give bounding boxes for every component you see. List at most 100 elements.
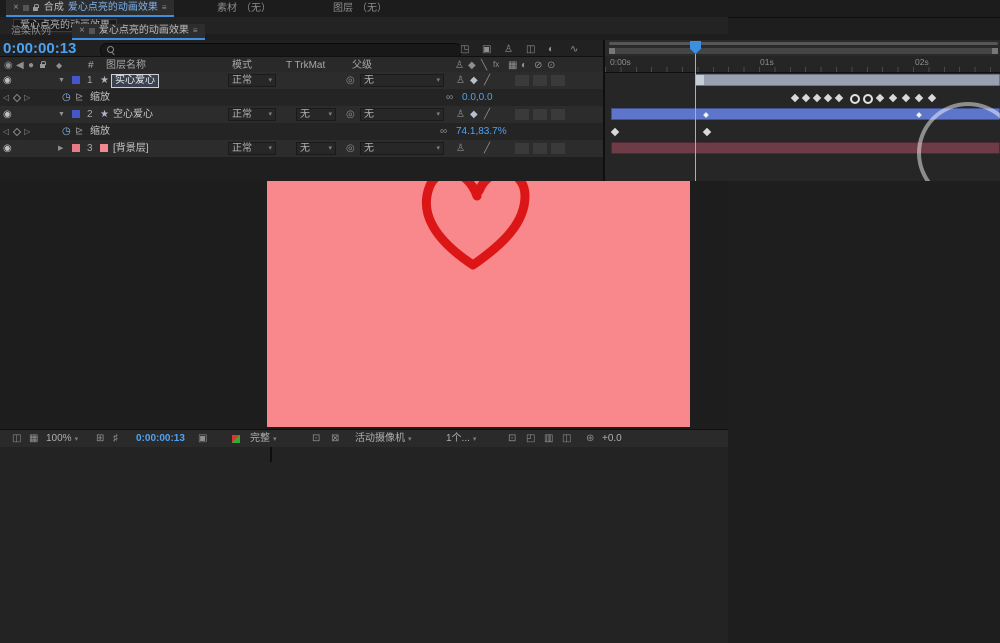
- pickwhip-icon[interactable]: [346, 110, 355, 120]
- layer-name[interactable]: 实心爱心: [111, 74, 159, 88]
- keyframe-icon[interactable]: [915, 94, 923, 102]
- layer-color-swatch[interactable]: [72, 76, 80, 84]
- layer-bar-in-handle[interactable]: [696, 75, 704, 85]
- channels-icon[interactable]: [29, 434, 38, 444]
- current-timecode[interactable]: 0:00:00:13: [3, 41, 76, 56]
- timeline-jump-icon[interactable]: [544, 434, 553, 444]
- viewer-timecode[interactable]: 0:00:00:13: [136, 434, 185, 444]
- parent-select[interactable]: 无: [360, 142, 444, 155]
- header-trkmat[interactable]: T TrkMat: [286, 61, 325, 71]
- next-keyframe-icon[interactable]: [24, 128, 30, 136]
- keyframe-ease-icon[interactable]: [863, 94, 873, 104]
- graph-editor-icon[interactable]: [570, 45, 578, 55]
- pixel-aspect-icon[interactable]: [508, 434, 516, 444]
- property-name[interactable]: 缩放: [90, 93, 110, 103]
- fast-preview-icon[interactable]: [232, 435, 240, 443]
- blend-mode-select[interactable]: 正常: [228, 142, 276, 155]
- exposure-gear-icon[interactable]: [586, 434, 594, 444]
- transparency-grid-icon[interactable]: [331, 434, 339, 444]
- constrain-proportions-icon[interactable]: [440, 127, 447, 137]
- previous-keyframe-icon[interactable]: [3, 94, 9, 102]
- header-parent[interactable]: 父级: [352, 61, 372, 71]
- collapse-toggle-icon[interactable]: [470, 76, 478, 86]
- property-value[interactable]: 74.1,83.7%: [456, 127, 507, 137]
- time-navigator-bar[interactable]: [609, 42, 998, 45]
- switch-cell[interactable]: [551, 75, 565, 86]
- work-area-bar[interactable]: [609, 48, 998, 54]
- exposure-value[interactable]: +0.0: [602, 434, 622, 444]
- shy-toggle-icon[interactable]: [456, 76, 465, 86]
- keyframe-icon[interactable]: [802, 94, 810, 102]
- trkmat-select[interactable]: 无: [296, 142, 336, 155]
- graph-toggle-icon[interactable]: [75, 93, 83, 103]
- playhead-line[interactable]: [695, 54, 696, 181]
- panel-menu-icon[interactable]: [162, 4, 167, 12]
- switch-cell[interactable]: [515, 75, 529, 86]
- property-row-scale-2[interactable]: 缩放 74.1,83.7%: [0, 123, 603, 140]
- tab-layer[interactable]: 图层 （无）: [326, 0, 394, 17]
- keyframe-icon[interactable]: [928, 94, 936, 102]
- switch-cell[interactable]: [515, 143, 529, 154]
- shy-toggle-icon[interactable]: [456, 110, 465, 120]
- view-options-icon[interactable]: [526, 434, 535, 444]
- blend-mode-select[interactable]: 正常: [228, 74, 276, 87]
- motion-blur-icon[interactable]: [548, 45, 554, 55]
- collapse-toggle-icon[interactable]: [470, 110, 478, 120]
- pickwhip-icon[interactable]: [346, 144, 355, 154]
- switch-cell[interactable]: [533, 143, 547, 154]
- keyframe-icon[interactable]: [791, 94, 799, 102]
- quality-toggle-icon[interactable]: [484, 76, 490, 86]
- eye-icon[interactable]: [3, 110, 12, 120]
- eye-icon[interactable]: [3, 144, 12, 154]
- snapshot-icon[interactable]: [12, 434, 21, 444]
- previous-keyframe-icon[interactable]: [3, 128, 9, 136]
- tab-footage[interactable]: 素材 （无）: [210, 0, 278, 17]
- keyframe-track-1[interactable]: [605, 89, 1000, 106]
- panel-menu-icon[interactable]: [193, 27, 198, 35]
- layer-row-2[interactable]: 2 空心爱心 正常 无 无: [0, 106, 603, 123]
- header-layer-name[interactable]: 图层名称: [106, 61, 146, 71]
- pickwhip-icon[interactable]: [346, 76, 355, 86]
- add-keyframe-icon[interactable]: [13, 94, 21, 102]
- layer-name[interactable]: [背景层]: [113, 144, 149, 154]
- property-row-scale-1[interactable]: 缩放 0.0,0.0: [0, 89, 603, 106]
- tab-timeline-comp[interactable]: 爱心点亮的动画效果: [72, 24, 205, 40]
- switch-cell[interactable]: [533, 109, 547, 120]
- layer-name[interactable]: 空心爱心: [113, 110, 153, 120]
- layer-row-1[interactable]: 1 实心爱心 正常 无: [0, 72, 603, 89]
- shy-layers-icon[interactable]: [504, 45, 513, 55]
- snapshot-camera-icon[interactable]: [198, 434, 207, 444]
- parent-select[interactable]: 无: [360, 108, 444, 121]
- expander-icon[interactable]: [58, 145, 63, 152]
- blend-mode-select[interactable]: 正常: [228, 108, 276, 121]
- keyframe-ease-icon[interactable]: [850, 94, 860, 104]
- keyframe-marker[interactable]: [703, 112, 709, 118]
- work-area-start-handle[interactable]: [609, 48, 615, 54]
- keyframe-icon[interactable]: [889, 94, 897, 102]
- quality-toggle-icon[interactable]: [484, 144, 490, 154]
- zoom-select[interactable]: 100%: [46, 434, 78, 444]
- work-area-end-handle[interactable]: [992, 48, 998, 54]
- header-mode[interactable]: 模式: [232, 61, 252, 71]
- keyframe-icon[interactable]: [835, 94, 843, 102]
- graph-toggle-icon[interactable]: [75, 127, 83, 137]
- expander-icon[interactable]: [58, 77, 65, 84]
- tab-render-queue[interactable]: 渲染队列: [4, 24, 58, 40]
- resolution-select[interactable]: 完整: [250, 434, 277, 444]
- keyframe-icon[interactable]: [611, 128, 619, 136]
- keyframe-icon[interactable]: [824, 94, 832, 102]
- grid-guides-icon[interactable]: [96, 434, 104, 444]
- stopwatch-icon[interactable]: [62, 127, 71, 137]
- keyframe-marker[interactable]: [916, 112, 922, 118]
- shy-toggle-icon[interactable]: [456, 144, 465, 154]
- property-value[interactable]: 0.0,0.0: [462, 93, 493, 103]
- mask-visibility-icon[interactable]: [113, 434, 118, 444]
- parent-select[interactable]: 无: [360, 74, 444, 87]
- camera-select[interactable]: 活动摄像机: [355, 434, 412, 444]
- keyframe-icon[interactable]: [703, 128, 711, 136]
- next-keyframe-icon[interactable]: [24, 94, 30, 102]
- stopwatch-icon[interactable]: [62, 93, 71, 103]
- switch-cell[interactable]: [551, 109, 565, 120]
- switch-cell[interactable]: [551, 143, 565, 154]
- comp-mini-flowchart-icon[interactable]: [460, 45, 469, 55]
